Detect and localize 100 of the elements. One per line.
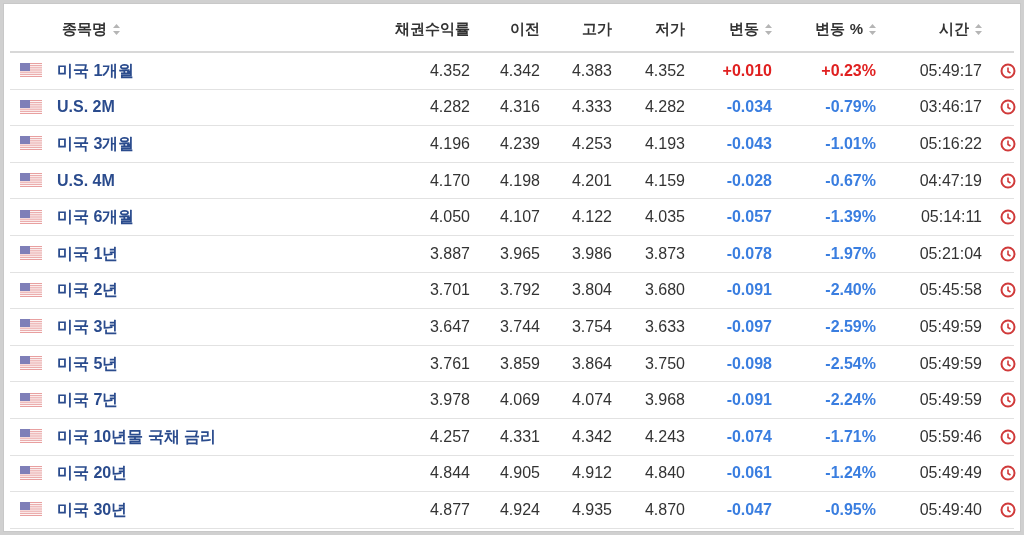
flag-icon (20, 356, 42, 372)
table-cell: 3.633 (644, 317, 685, 335)
column-header[interactable]: 변동 (729, 17, 772, 41)
clock-icon (1000, 209, 1016, 226)
flag-icon (20, 209, 42, 225)
bond-name-link[interactable]: 미국 10년물 국채 금리 (57, 424, 217, 449)
table-cell: 4.905 (499, 464, 540, 482)
bond-name-link[interactable]: U.S. 4M (57, 168, 115, 193)
table-cell: 3.680 (644, 281, 685, 299)
flag-icon (20, 319, 42, 335)
table-cell: 3.647 (429, 317, 470, 335)
bond-name-link[interactable]: 미국 6개월 (57, 205, 135, 230)
clock-icon (1000, 136, 1016, 152)
change-value: -0.078 (726, 244, 772, 262)
table-cell: 4.333 (571, 98, 612, 116)
change-percent: -2.40% (825, 281, 876, 299)
change-percent: -1.97% (825, 244, 876, 262)
table-cell: 3.965 (499, 244, 540, 262)
table-cell: 3.986 (571, 244, 612, 262)
clock-icon (1000, 392, 1016, 409)
column-header: 채권수익률 (395, 18, 470, 39)
change-value: -0.091 (726, 281, 772, 299)
table-cell: 3.754 (571, 317, 612, 335)
change-value: -0.034 (726, 98, 772, 116)
flag-icon (20, 173, 42, 189)
column-header: 이전 (510, 18, 540, 39)
time-cell: 05:49:59 (919, 354, 982, 372)
flag-icon (20, 246, 42, 262)
change-percent: -2.59% (825, 317, 876, 335)
time-cell: 05:14:11 (920, 208, 982, 226)
table-cell: 4.050 (429, 208, 470, 226)
table-cell: 3.887 (429, 244, 470, 262)
change-percent: -1.24% (825, 464, 876, 482)
bond-name-link[interactable]: U.S. 2M (57, 95, 115, 120)
time-cell: 04:47:19 (919, 171, 982, 189)
table-cell: 3.701 (429, 281, 470, 299)
clock-icon (1000, 282, 1016, 299)
table-cell: 4.844 (429, 464, 470, 482)
time-cell: 05:49:17 (919, 61, 982, 79)
change-value: -0.091 (726, 391, 772, 409)
clock-icon (1000, 172, 1016, 189)
time-cell: 05:49:59 (919, 391, 982, 409)
change-percent: -2.24% (825, 391, 876, 409)
change-value: -0.061 (726, 464, 772, 482)
table-cell: 4.074 (571, 391, 612, 409)
table-cell: 4.170 (429, 171, 470, 189)
table-cell: 3.859 (499, 354, 540, 372)
time-cell: 05:49:59 (919, 317, 982, 335)
bond-name-link[interactable]: 미국 7년 (57, 388, 119, 413)
column-header[interactable]: 변동 % (815, 17, 876, 41)
flag-icon (20, 429, 42, 445)
clock-icon (1000, 501, 1016, 518)
table-cell: 4.352 (644, 61, 685, 79)
change-value: -0.047 (726, 500, 772, 518)
table-cell: 3.792 (499, 281, 540, 299)
sort-icon[interactable] (765, 23, 772, 35)
table-cell: 4.201 (571, 171, 612, 189)
bond-name-link[interactable]: 미국 1년 (57, 241, 119, 266)
table-cell: 4.193 (644, 135, 685, 152)
column-header: 고가 (582, 18, 612, 39)
bond-name-link[interactable]: 미국 20년 (57, 461, 128, 486)
bond-name-link[interactable]: 미국 30년 (57, 497, 128, 522)
sort-icon[interactable] (975, 23, 982, 35)
bond-name-link[interactable]: 미국 1개월 (57, 58, 135, 83)
table-cell: 3.968 (644, 391, 685, 409)
change-percent: -1.71% (825, 427, 876, 445)
table-cell: 4.342 (499, 61, 540, 79)
sort-icon[interactable] (113, 23, 120, 35)
time-cell: 05:45:58 (919, 281, 982, 299)
sort-icon[interactable] (869, 23, 876, 35)
column-header: 저가 (655, 18, 685, 39)
table-cell: 4.912 (571, 464, 612, 482)
table-cell: 4.352 (429, 61, 470, 79)
bond-name-link[interactable]: 미국 5년 (57, 351, 119, 376)
change-percent: -0.79% (825, 98, 876, 116)
change-value: -0.043 (726, 135, 772, 152)
table-cell: 4.877 (429, 500, 470, 518)
table-cell: 4.935 (571, 500, 612, 518)
flag-icon (20, 465, 42, 481)
change-percent: -0.95% (825, 500, 876, 518)
change-percent: -1.01% (825, 135, 876, 152)
change-value: -0.098 (726, 354, 772, 372)
table-cell: 4.282 (644, 98, 685, 116)
table-cell: 4.035 (644, 208, 685, 226)
table-cell: 4.253 (571, 135, 612, 152)
change-value: +0.010 (722, 61, 772, 79)
table-cell: 3.761 (429, 354, 470, 372)
bond-name-link[interactable]: 미국 3년 (57, 314, 119, 339)
flag-icon (20, 99, 42, 115)
column-header[interactable]: 종목명 (62, 17, 120, 41)
flag-icon (20, 392, 42, 408)
table-cell: 4.383 (571, 61, 612, 79)
time-cell: 05:59:46 (919, 427, 982, 445)
bond-name-link[interactable]: 미국 3개월 (57, 132, 135, 156)
bond-name-link[interactable]: 미국 2년 (57, 278, 119, 303)
table-cell: 4.870 (644, 500, 685, 518)
column-header[interactable]: 시간 (939, 17, 982, 41)
flag-icon (20, 136, 42, 152)
flag-icon (20, 282, 42, 298)
change-value: -0.028 (726, 171, 772, 189)
